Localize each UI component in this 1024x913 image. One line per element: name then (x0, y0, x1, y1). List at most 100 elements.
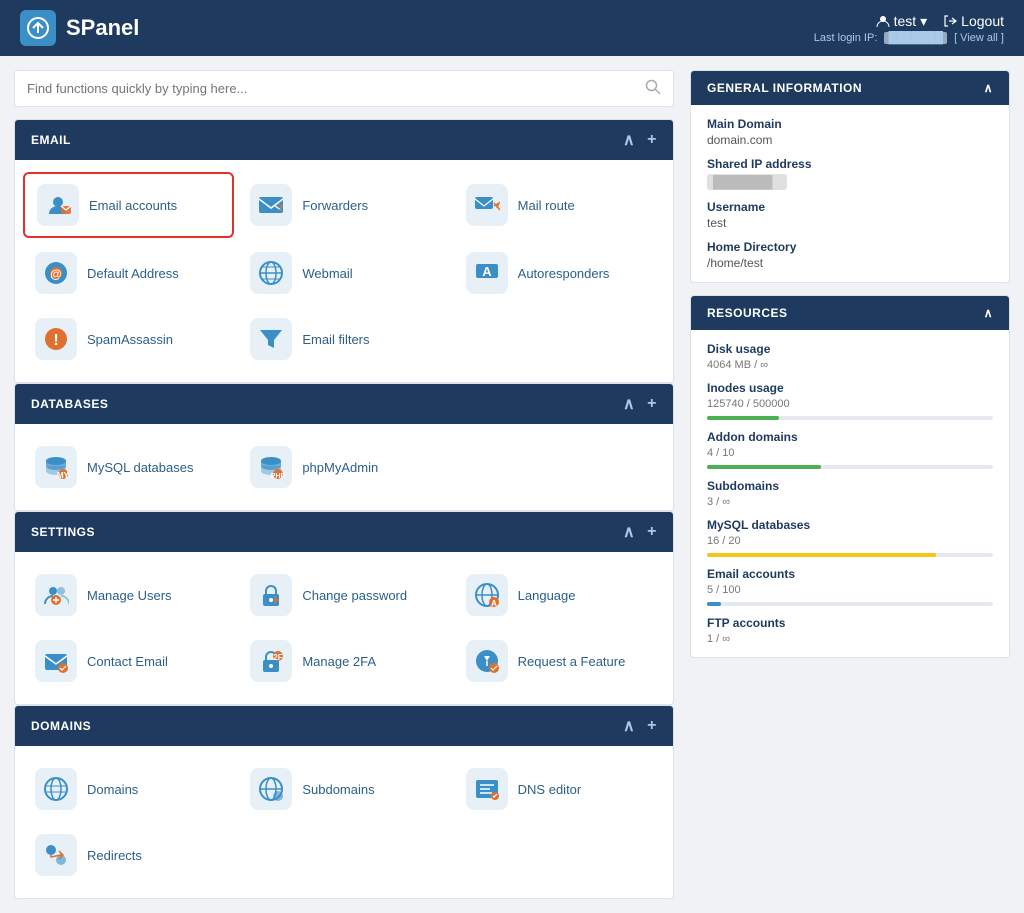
logout-button[interactable]: Logout (943, 13, 1004, 29)
section-collapse-databases[interactable]: ∧ (623, 394, 635, 414)
logout-label: Logout (961, 13, 1004, 29)
svg-text:A: A (482, 264, 492, 279)
grid-item-domains[interactable]: Domains (23, 758, 234, 820)
grid-item-contact-email[interactable]: Contact Email (23, 630, 234, 692)
mail-route-icon (466, 184, 508, 226)
resource-label: Inodes usage (707, 381, 993, 395)
resources-collapse[interactable]: ∧ (984, 306, 993, 320)
resource-bar-fill (707, 553, 936, 557)
resource-row-disk-usage: Disk usage 4064 MB / ∞ (707, 342, 993, 371)
autoresponders-icon: A (466, 252, 508, 294)
manage-users-icon (35, 574, 77, 616)
resource-label: FTP accounts (707, 616, 993, 630)
email-accounts-label: Email accounts (89, 198, 177, 213)
header-right: test ▾ Logout Last login IP: ███████ [ V… (814, 13, 1004, 44)
resource-label: Disk usage (707, 342, 993, 356)
resource-row-subdomains: Subdomains3 / ∞ (707, 479, 993, 508)
phpmyadmin-icon: PHP (250, 446, 292, 488)
webmail-icon (250, 252, 292, 294)
search-bar (14, 70, 674, 107)
grid-item-language[interactable]: A Language (454, 564, 665, 626)
resource-value: 4064 MB / ∞ (707, 359, 993, 371)
domains-label: Domains (87, 782, 138, 797)
grid-item-default-address[interactable]: @ Default Address (23, 242, 234, 304)
section-grid-settings: Manage Users Change password A Language … (15, 552, 673, 704)
general-info-title: GENERAL INFORMATION (707, 81, 862, 95)
section-domains: DOMAINS∧+ Domains Subdomains DNS editor … (14, 705, 674, 899)
grid-item-webmail[interactable]: Webmail (238, 242, 449, 304)
general-info-body: Main Domaindomain.comShared IP address██… (691, 105, 1009, 282)
manage-2fa-label: Manage 2FA (302, 654, 376, 669)
change-password-label: Change password (302, 588, 407, 603)
grid-item-redirects[interactable]: Redirects (23, 824, 234, 886)
grid-item-spamassassin[interactable]: ! SpamAssassin (23, 308, 234, 370)
section-collapse-domains[interactable]: ∧ (623, 716, 635, 736)
resource-row-mysql-databases: MySQL databases16 / 20 (707, 518, 993, 557)
search-input[interactable] (27, 81, 637, 96)
section-title-databases: DATABASES (31, 397, 108, 411)
general-info-collapse[interactable]: ∧ (984, 81, 993, 95)
default-address-icon: @ (35, 252, 77, 294)
svg-text:2F: 2F (274, 653, 283, 662)
resources-card: RESOURCES ∧ Disk usage 4064 MB / ∞ Inodes … (690, 295, 1010, 658)
section-add-domains[interactable]: + (647, 717, 657, 735)
email-filters-label: Email filters (302, 332, 369, 347)
grid-item-dns-editor[interactable]: DNS editor (454, 758, 665, 820)
info-value: test (707, 216, 993, 230)
mysql-databases-icon: MY (35, 446, 77, 488)
grid-item-forwarders[interactable]: Forwarders (238, 172, 449, 238)
view-all-link[interactable]: [ View all ] (954, 32, 1004, 44)
section-add-databases[interactable]: + (647, 395, 657, 413)
section-controls-email: ∧+ (623, 130, 657, 150)
resources-body: Disk usage 4064 MB / ∞ Inodes usage 125740 … (691, 330, 1009, 657)
grid-item-phpmyadmin[interactable]: PHP phpMyAdmin (238, 436, 449, 498)
logo-text: SPanel (66, 15, 139, 41)
grid-item-change-password[interactable]: Change password (238, 564, 449, 626)
section-settings: SETTINGS ∧ + Manage Users Change password … (14, 511, 674, 705)
general-info-row-username: Usernametest (707, 200, 993, 230)
grid-item-subdomains[interactable]: Subdomains (238, 758, 449, 820)
resource-value: 125740 / 500000 (707, 398, 993, 410)
resource-row-inodes-usage: Inodes usage 125740 / 500000 (707, 381, 993, 420)
grid-item-manage-2fa[interactable]: 2F Manage 2FA (238, 630, 449, 692)
spamassassin-label: SpamAssassin (87, 332, 173, 347)
logo: SPanel (20, 10, 139, 46)
info-value: domain.com (707, 133, 993, 147)
resource-value: 1 / ∞ (707, 633, 993, 645)
search-icon (645, 79, 661, 98)
section-header-domains: DOMAINS∧+ (15, 706, 673, 746)
section-add-email[interactable]: + (647, 131, 657, 149)
user-dropdown-icon[interactable]: ▾ (920, 13, 927, 30)
section-title-settings: SETTINGS (31, 525, 95, 539)
section-collapse-settings[interactable]: ∧ (623, 522, 635, 542)
general-info-row-shared-ip-address: Shared IP address███████ (707, 157, 993, 190)
section-collapse-email[interactable]: ∧ (623, 130, 635, 150)
resource-label: Subdomains (707, 479, 993, 493)
contact-email-icon (35, 640, 77, 682)
section-email: EMAIL∧+ Email accounts Forwarders Mail r… (14, 119, 674, 383)
resource-label: Email accounts (707, 567, 993, 581)
grid-item-email-filters[interactable]: Email filters (238, 308, 449, 370)
grid-item-mail-route[interactable]: Mail route (454, 172, 665, 238)
section-header-email: EMAIL∧+ (15, 120, 673, 160)
grid-item-email-accounts[interactable]: Email accounts (23, 172, 234, 238)
section-add-settings[interactable]: + (647, 523, 657, 541)
svg-text:!: ! (53, 332, 58, 349)
resource-bar-bg (707, 465, 993, 469)
resources-header: RESOURCES ∧ (691, 296, 1009, 330)
grid-item-manage-users[interactable]: Manage Users (23, 564, 234, 626)
section-controls-databases: ∧+ (623, 394, 657, 414)
grid-item-mysql-databases[interactable]: MY MySQL databases (23, 436, 234, 498)
grid-item-request-feature[interactable]: Request a Feature (454, 630, 665, 692)
header-user[interactable]: test ▾ (876, 13, 928, 30)
sections-container: EMAIL∧+ Email accounts Forwarders Mail r… (14, 119, 674, 899)
info-value: /home/test (707, 256, 993, 270)
language-label: Language (518, 588, 576, 603)
resource-bar-fill (707, 416, 779, 420)
section-header-settings: SETTINGS ∧ + (15, 512, 673, 552)
resource-bar-bg (707, 416, 993, 420)
redirects-icon (35, 834, 77, 876)
info-label: Home Directory (707, 240, 993, 254)
spamassassin-icon: ! (35, 318, 77, 360)
grid-item-autoresponders[interactable]: A Autoresponders (454, 242, 665, 304)
